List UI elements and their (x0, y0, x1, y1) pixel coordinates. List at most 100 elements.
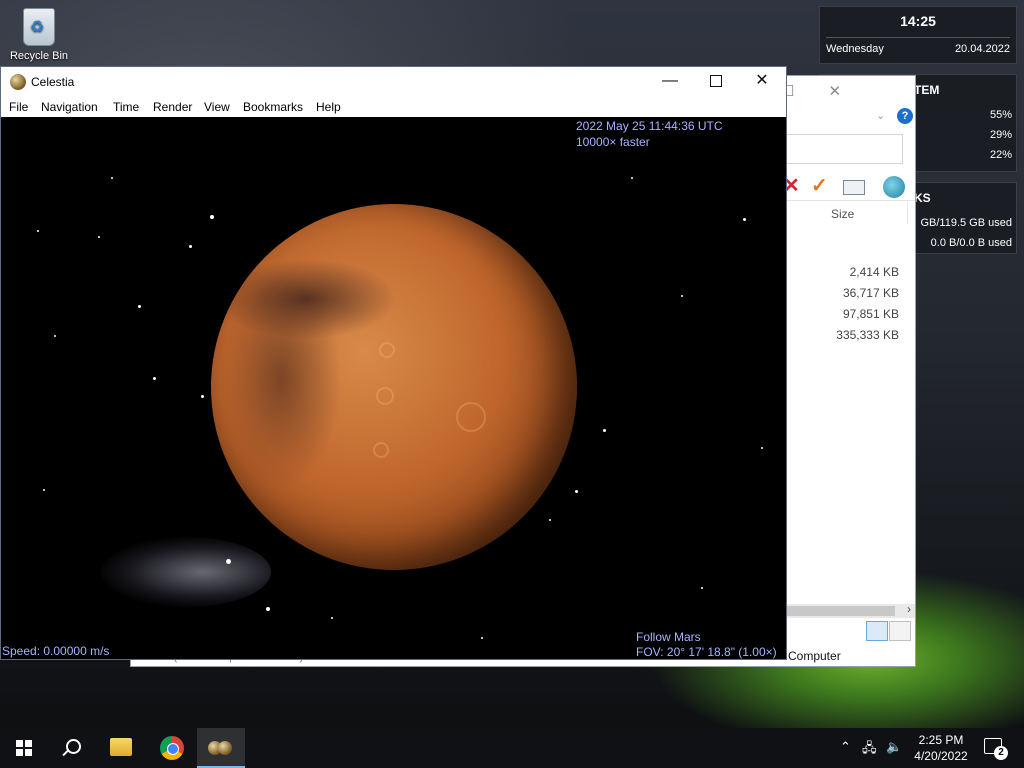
menu-view[interactable]: View (204, 100, 230, 114)
crater (379, 342, 395, 358)
mars-planet[interactable] (211, 204, 577, 570)
minimize-button[interactable]: — (647, 67, 693, 97)
star (331, 617, 333, 619)
space-viewport[interactable]: 2022 May 25 11:44:36 UTC 10000× faster S… (1, 117, 786, 659)
menu-bookmarks[interactable]: Bookmarks (243, 100, 303, 114)
celestia-app-icon (10, 74, 26, 90)
star (603, 429, 606, 432)
star (575, 490, 578, 493)
star (37, 230, 39, 232)
title-bar[interactable]: Celestia — ✕ (1, 67, 786, 97)
star (210, 215, 214, 219)
galaxy-nebula (101, 537, 271, 607)
tray-clock[interactable]: 2:25 PM 4/20/2022 (912, 732, 970, 764)
explorer-close-icon[interactable]: ✕ (828, 82, 841, 100)
star (226, 559, 231, 564)
taskbar-celestia[interactable] (197, 728, 245, 768)
widget-day: Wednesday (826, 43, 884, 55)
volume-icon[interactable]: 🔈 (886, 739, 902, 755)
star (43, 489, 45, 491)
hud-time-rate: 10000× faster (576, 135, 650, 149)
notification-count: 2 (994, 746, 1008, 760)
star (153, 377, 156, 380)
system-widget-title: TEM (914, 83, 940, 97)
network-icon[interactable]: 🖧 (862, 739, 877, 761)
crater (373, 442, 389, 458)
star (549, 519, 551, 521)
file-size: 2,414 KB (849, 265, 899, 279)
horizontal-scrollbar[interactable]: › (786, 602, 915, 618)
star (761, 447, 763, 449)
mail-icon[interactable] (843, 180, 865, 195)
menu-help[interactable]: Help (316, 100, 341, 114)
shell-icon[interactable] (883, 176, 905, 198)
size-column-header[interactable]: Size (831, 207, 854, 221)
disk-value-1: GB/119.5 GB used (920, 217, 1012, 229)
menu-navigation[interactable]: Navigation (41, 100, 98, 114)
hud-follow: Follow Mars (636, 630, 701, 644)
menu-file[interactable]: File (9, 100, 28, 114)
scroll-right-icon[interactable]: › (907, 602, 911, 616)
chevron-up-icon[interactable]: ⌃ (840, 739, 851, 755)
hud-speed: Speed: 0.00000 m/s (2, 644, 110, 658)
widget-date: 20.04.2022 (954, 43, 1010, 55)
close-button[interactable]: ✕ (739, 67, 785, 97)
taskbar-chrome[interactable] (148, 728, 196, 768)
search-button[interactable] (48, 728, 96, 768)
widget-divider (826, 37, 1010, 38)
widget-time: 14:25 (900, 13, 936, 29)
menu-render[interactable]: Render (153, 100, 192, 114)
star (701, 587, 703, 589)
crater (456, 402, 486, 432)
toolbar-divider (786, 200, 915, 201)
large-icons-view-button[interactable] (889, 621, 911, 641)
file-size: 97,851 KB (842, 307, 899, 321)
maximize-icon (710, 74, 722, 87)
recycle-bin[interactable]: Recycle Bin (8, 8, 70, 62)
star (681, 295, 683, 297)
window-title: Celestia (31, 75, 75, 89)
recycle-bin-icon (23, 8, 55, 46)
menu-bar: File Navigation Time Render View Bookmar… (1, 97, 786, 117)
windows-start-icon (16, 740, 32, 756)
check-icon[interactable]: ✓ (811, 176, 828, 196)
maximize-button[interactable] (693, 67, 739, 97)
celestia-icon (208, 736, 234, 760)
system-value-3: 22% (989, 149, 1012, 161)
column-separator[interactable] (907, 202, 908, 224)
recycle-bin-label: Recycle Bin (9, 50, 69, 62)
star (54, 335, 56, 337)
start-button[interactable] (0, 728, 48, 768)
hud-datetime: 2022 May 25 11:44:36 UTC (576, 119, 723, 133)
star (631, 177, 633, 179)
celestia-window[interactable]: Celestia — ✕ File Navigation Time Render… (0, 66, 787, 660)
chevron-down-icon[interactable]: ⌄ (876, 109, 885, 122)
tray-time: 2:25 PM (918, 733, 964, 747)
status-location: Computer (788, 649, 841, 663)
details-view-button[interactable] (866, 621, 888, 641)
system-value-2: 29% (989, 129, 1012, 141)
taskbar-file-explorer[interactable] (98, 728, 146, 768)
file-explorer-icon (110, 738, 132, 756)
hud-fov: FOV: 20° 17' 18.8" (1.00×) (636, 645, 777, 659)
star (201, 395, 204, 398)
file-size: 335,333 KB (836, 328, 899, 342)
search-icon (66, 739, 81, 754)
search-input[interactable] (786, 134, 903, 164)
taskbar: ⌃ 🖧 🔈 2:25 PM 4/20/2022 2 (0, 728, 1024, 768)
star (189, 245, 192, 248)
tray-date: 4/20/2022 (914, 749, 968, 763)
file-size: 36,717 KB (842, 286, 899, 300)
star (481, 637, 483, 639)
disks-widget-title: KS (914, 191, 931, 205)
menu-time[interactable]: Time (113, 100, 139, 114)
star (266, 607, 270, 611)
star (138, 305, 141, 308)
star (98, 236, 100, 238)
clock-widget: 14:25 Wednesday 20.04.2022 (819, 6, 1017, 64)
disk-value-2: 0.0 B/0.0 B used (930, 237, 1012, 249)
scrollbar-thumb[interactable] (786, 606, 895, 616)
help-icon[interactable]: ? (897, 108, 913, 124)
explorer-window-controls: ☐ ✕ (781, 82, 841, 100)
star (111, 177, 113, 179)
